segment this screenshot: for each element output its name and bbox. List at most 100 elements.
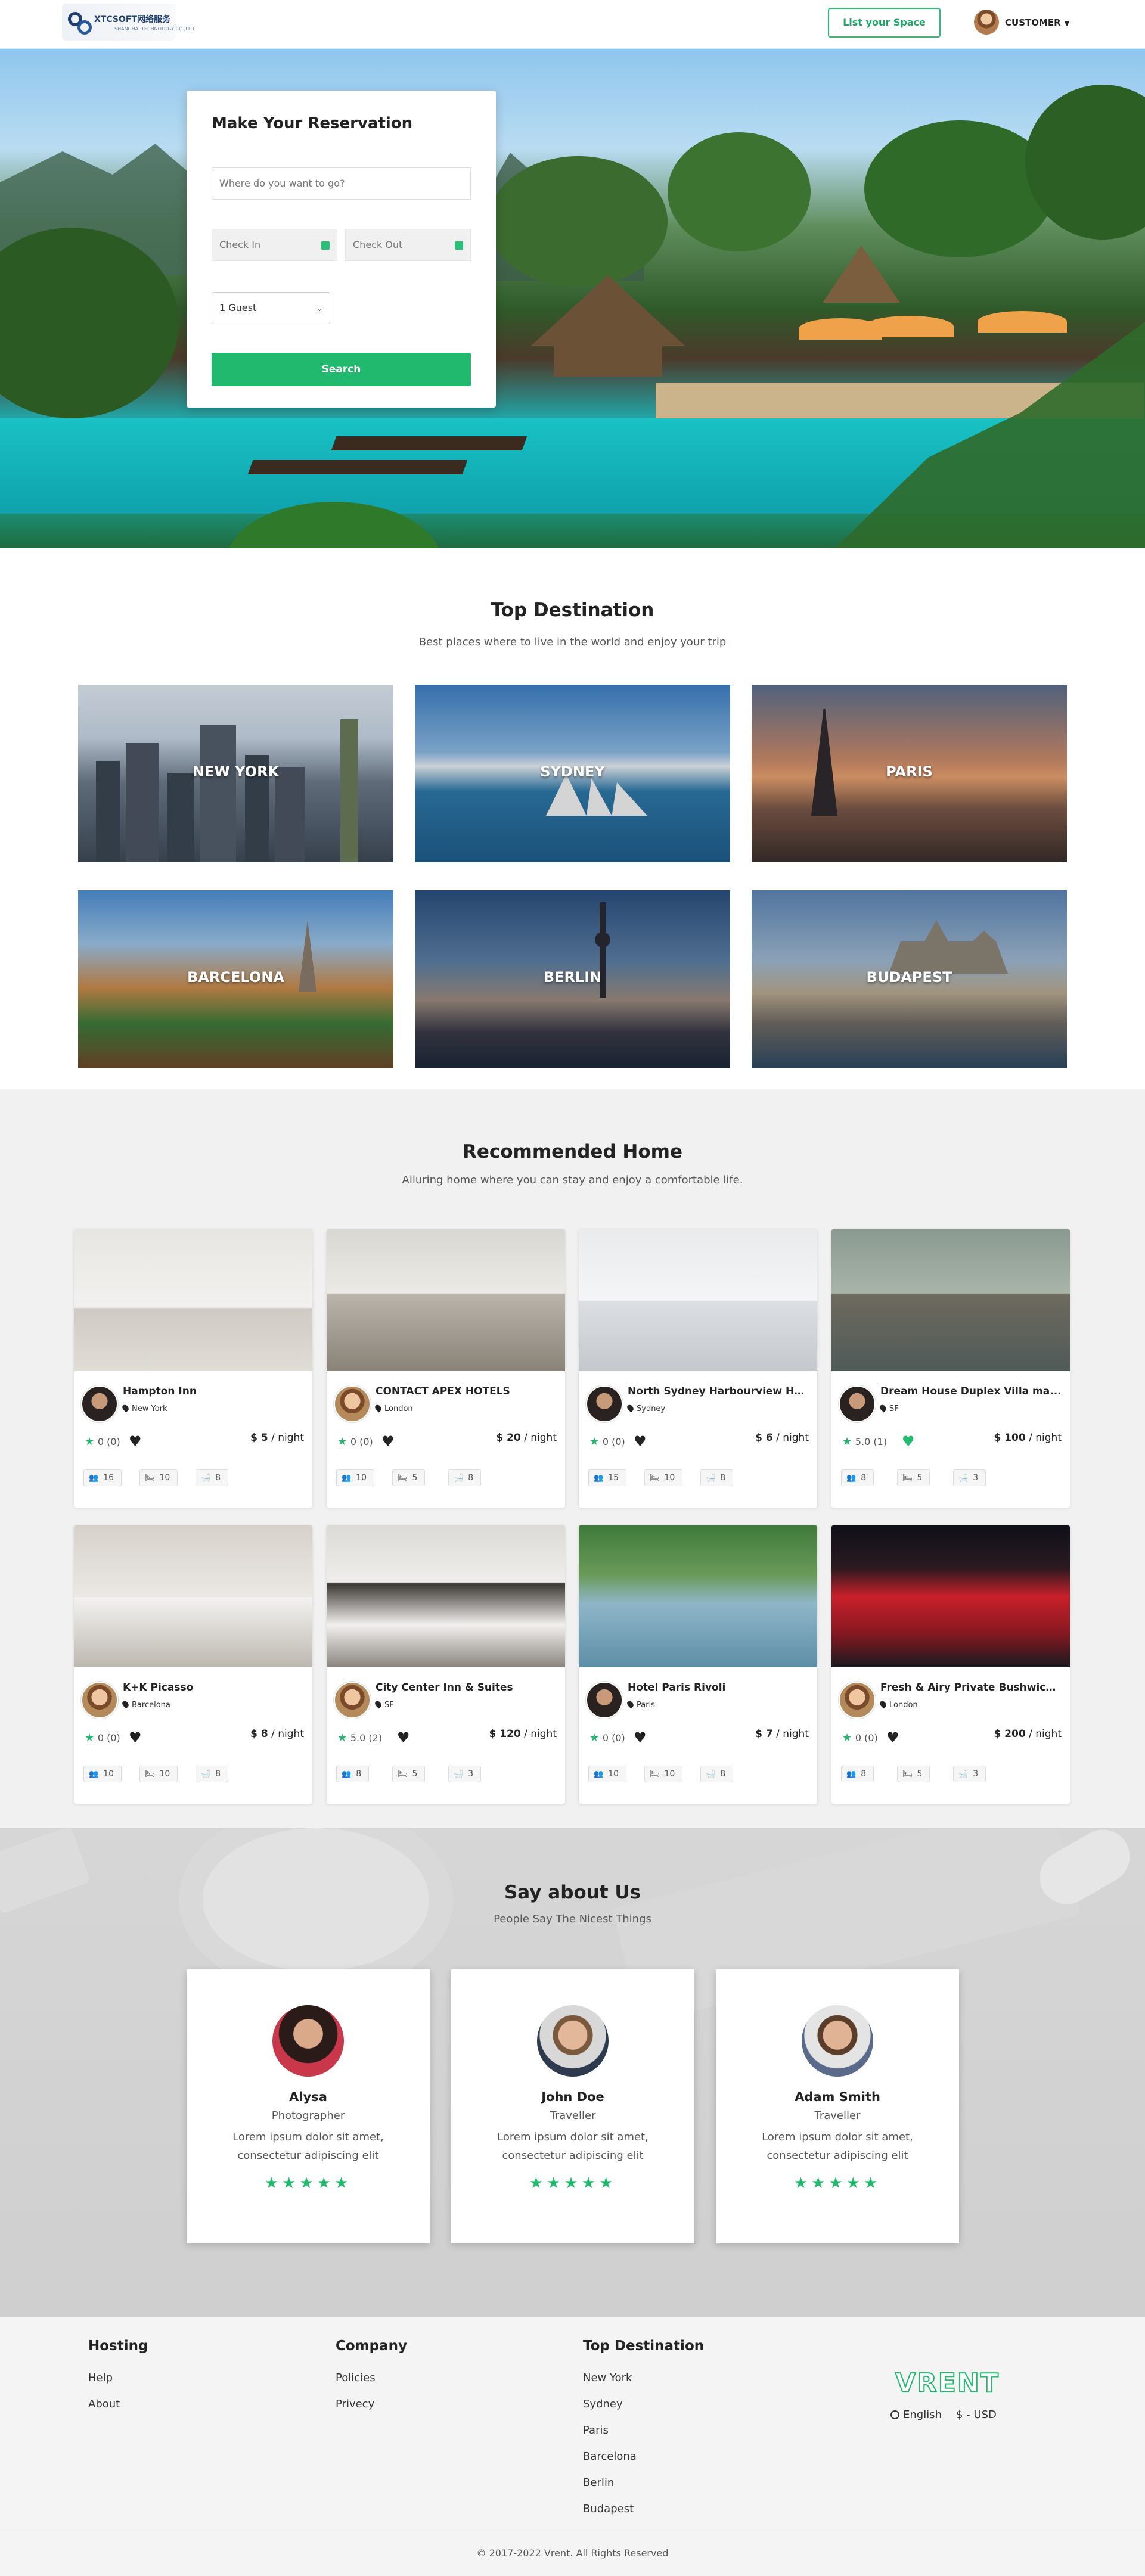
site-logo[interactable]: XTCSOFT网络服务 SHANGHAI TECHNOLOGY CO.,LTD	[62, 4, 194, 41]
heart-icon[interactable]: ♥	[397, 1729, 410, 1746]
destination-card-new-york[interactable]: NEW YORK	[78, 685, 393, 862]
search-button[interactable]: Search	[212, 353, 471, 386]
footer-link-sydney[interactable]: Sydney	[583, 2398, 623, 2410]
footer-link-help[interactable]: Help	[88, 2372, 113, 2384]
home-location-text: London	[889, 1701, 918, 1710]
home-rating-text: 0 (0)	[350, 1436, 373, 1447]
home-photo[interactable]	[831, 1525, 1070, 1667]
heart-icon[interactable]: ♥	[634, 1433, 647, 1450]
users-icon: 👥	[594, 1474, 604, 1483]
home-card[interactable]: Fresh & Airy Private Bushwick ... London ★…	[831, 1525, 1070, 1804]
home-name[interactable]: Hampton Inn	[123, 1385, 305, 1397]
host-avatar[interactable]	[839, 1682, 876, 1719]
destination-card-berlin[interactable]: BERLIN	[415, 890, 730, 1068]
home-card[interactable]: Hotel Paris Rivoli Paris ★ 0 (0) ♥ $ 7 / nig…	[579, 1525, 817, 1804]
heart-icon[interactable]: ♥	[634, 1729, 647, 1746]
footer-link-berlin[interactable]: Berlin	[583, 2476, 614, 2489]
testimonial-text: Lorem ipsum dolor sit amet, consectetur …	[497, 2131, 648, 2162]
home-photo[interactable]	[74, 1525, 312, 1667]
footer-destination-title: Top Destination	[583, 2338, 705, 2354]
destination-input[interactable]: Where do you want to go?	[212, 167, 471, 200]
host-avatar[interactable]	[839, 1385, 876, 1422]
heart-icon[interactable]: ♥	[129, 1729, 142, 1746]
home-photo[interactable]	[579, 1525, 817, 1667]
home-photo[interactable]	[831, 1229, 1070, 1371]
per-night-label: / night	[524, 1432, 557, 1444]
host-avatar[interactable]	[334, 1385, 371, 1422]
footer-link-new-york[interactable]: New York	[583, 2372, 632, 2384]
star-rating-icon: ★★★★★	[793, 2174, 882, 2192]
footer-hosting-title: Hosting	[88, 2338, 148, 2354]
list-your-space-button[interactable]: List your Space	[828, 8, 941, 38]
home-name[interactable]: K+K Picasso	[123, 1682, 305, 1693]
bath-icon: 🛁	[706, 1770, 716, 1779]
home-card[interactable]: CONTACT APEX HOTELS London ★ 0 (0) ♥ $ 20 / …	[327, 1229, 565, 1508]
home-card[interactable]: City Center Inn & Suites SF ★ 5.0 (2) ♥ $ 12…	[327, 1525, 565, 1804]
home-location-text: Barcelona	[132, 1701, 170, 1710]
home-name[interactable]: City Center Inn & Suites	[376, 1682, 557, 1693]
user-menu[interactable]: CUSTOMER ▼	[1005, 17, 1069, 28]
host-avatar[interactable]	[81, 1682, 118, 1719]
bed-icon: 🛏	[398, 1474, 408, 1483]
currency-selector[interactable]: $ - USD	[956, 2409, 997, 2421]
top-destination-subtitle: Best places where to live in the world a…	[418, 636, 727, 648]
home-card[interactable]: K+K Picasso Barcelona ★ 0 (0) ♥ $ 8 / night 👥…	[74, 1525, 312, 1804]
check-in-field[interactable]: Check In	[212, 229, 337, 261]
heart-icon[interactable]: ♥	[129, 1433, 142, 1450]
language-selector[interactable]: English	[890, 2409, 942, 2421]
host-avatar[interactable]	[334, 1682, 371, 1719]
per-night-label: / night	[776, 1432, 809, 1444]
logo-text: XTCSOFT网络服务	[94, 15, 170, 24]
amenity-baths: 🛁 8	[700, 1766, 734, 1782]
footer-link-paris[interactable]: Paris	[583, 2424, 609, 2437]
per-night-label: / night	[524, 1728, 557, 1740]
footer-link-budapest[interactable]: Budapest	[583, 2503, 634, 2515]
logo-mark-icon	[68, 12, 95, 36]
currency-symbol: $ -	[956, 2409, 970, 2421]
heart-icon[interactable]: ♥	[902, 1433, 915, 1450]
home-rating-text: 0 (0)	[855, 1732, 878, 1744]
heart-icon[interactable]: ♥	[886, 1729, 899, 1746]
home-card[interactable]: Hampton Inn New York ★ 0 (0) ♥ $ 5 / night 👥 1…	[74, 1229, 312, 1508]
destination-card-budapest[interactable]: BUDAPEST	[752, 890, 1067, 1068]
guest-select[interactable]: 1 Guest ⌄	[212, 292, 330, 324]
footer-link-about[interactable]: About	[88, 2398, 120, 2410]
users-icon: 👥	[342, 1474, 352, 1483]
amenity-count: 8	[356, 1769, 362, 1779]
per-night-label: / night	[776, 1728, 809, 1740]
destination-label: BERLIN	[543, 969, 602, 986]
home-price: $ 8 / night	[250, 1728, 304, 1740]
home-name[interactable]: Fresh & Airy Private Bushwick ...	[880, 1682, 1062, 1693]
footer-link-policies[interactable]: Policies	[336, 2372, 376, 2384]
home-name[interactable]: Hotel Paris Rivoli	[628, 1682, 809, 1693]
home-photo[interactable]	[579, 1229, 817, 1371]
host-avatar[interactable]	[586, 1385, 623, 1422]
footer-link-barcelona[interactable]: Barcelona	[583, 2450, 637, 2463]
home-name[interactable]: Dream House Duplex Villa ma...	[880, 1385, 1062, 1397]
home-photo[interactable]	[327, 1229, 565, 1371]
amenity-beds: 🛏 5	[392, 1469, 426, 1486]
destination-card-sydney[interactable]: SYDNEY	[415, 685, 730, 862]
home-name[interactable]: CONTACT APEX HOTELS	[376, 1385, 557, 1397]
calendar-icon	[455, 241, 463, 250]
home-location: London	[374, 1403, 413, 1413]
heart-icon[interactable]: ♥	[381, 1433, 395, 1450]
map-pin-icon	[374, 1699, 383, 1709]
destination-card-barcelona[interactable]: BARCELONA	[78, 890, 393, 1068]
home-card[interactable]: Dream House Duplex Villa ma... SF ★ 5.0 (1…	[831, 1229, 1070, 1508]
check-out-field[interactable]: Check Out	[345, 229, 471, 261]
destination-card-paris[interactable]: PARIS	[752, 685, 1067, 862]
bed-icon: 🛏	[650, 1770, 660, 1779]
host-avatar[interactable]	[81, 1385, 118, 1422]
home-price: $ 20 / night	[496, 1432, 557, 1444]
home-name[interactable]: North Sydney Harbourview Ho...	[628, 1385, 809, 1397]
home-photo[interactable]	[74, 1229, 312, 1371]
host-avatar[interactable]	[586, 1682, 623, 1719]
user-avatar[interactable]	[974, 10, 999, 35]
footer-link-privacy[interactable]: Privecy	[336, 2398, 374, 2410]
testimonial-name: Adam Smith	[795, 2090, 880, 2104]
globe-icon	[890, 2410, 899, 2419]
home-card[interactable]: North Sydney Harbourview Ho... Sydney ★ 0 …	[579, 1229, 817, 1508]
amenity-guests: 👥 16	[83, 1469, 122, 1486]
home-photo[interactable]	[327, 1525, 565, 1667]
